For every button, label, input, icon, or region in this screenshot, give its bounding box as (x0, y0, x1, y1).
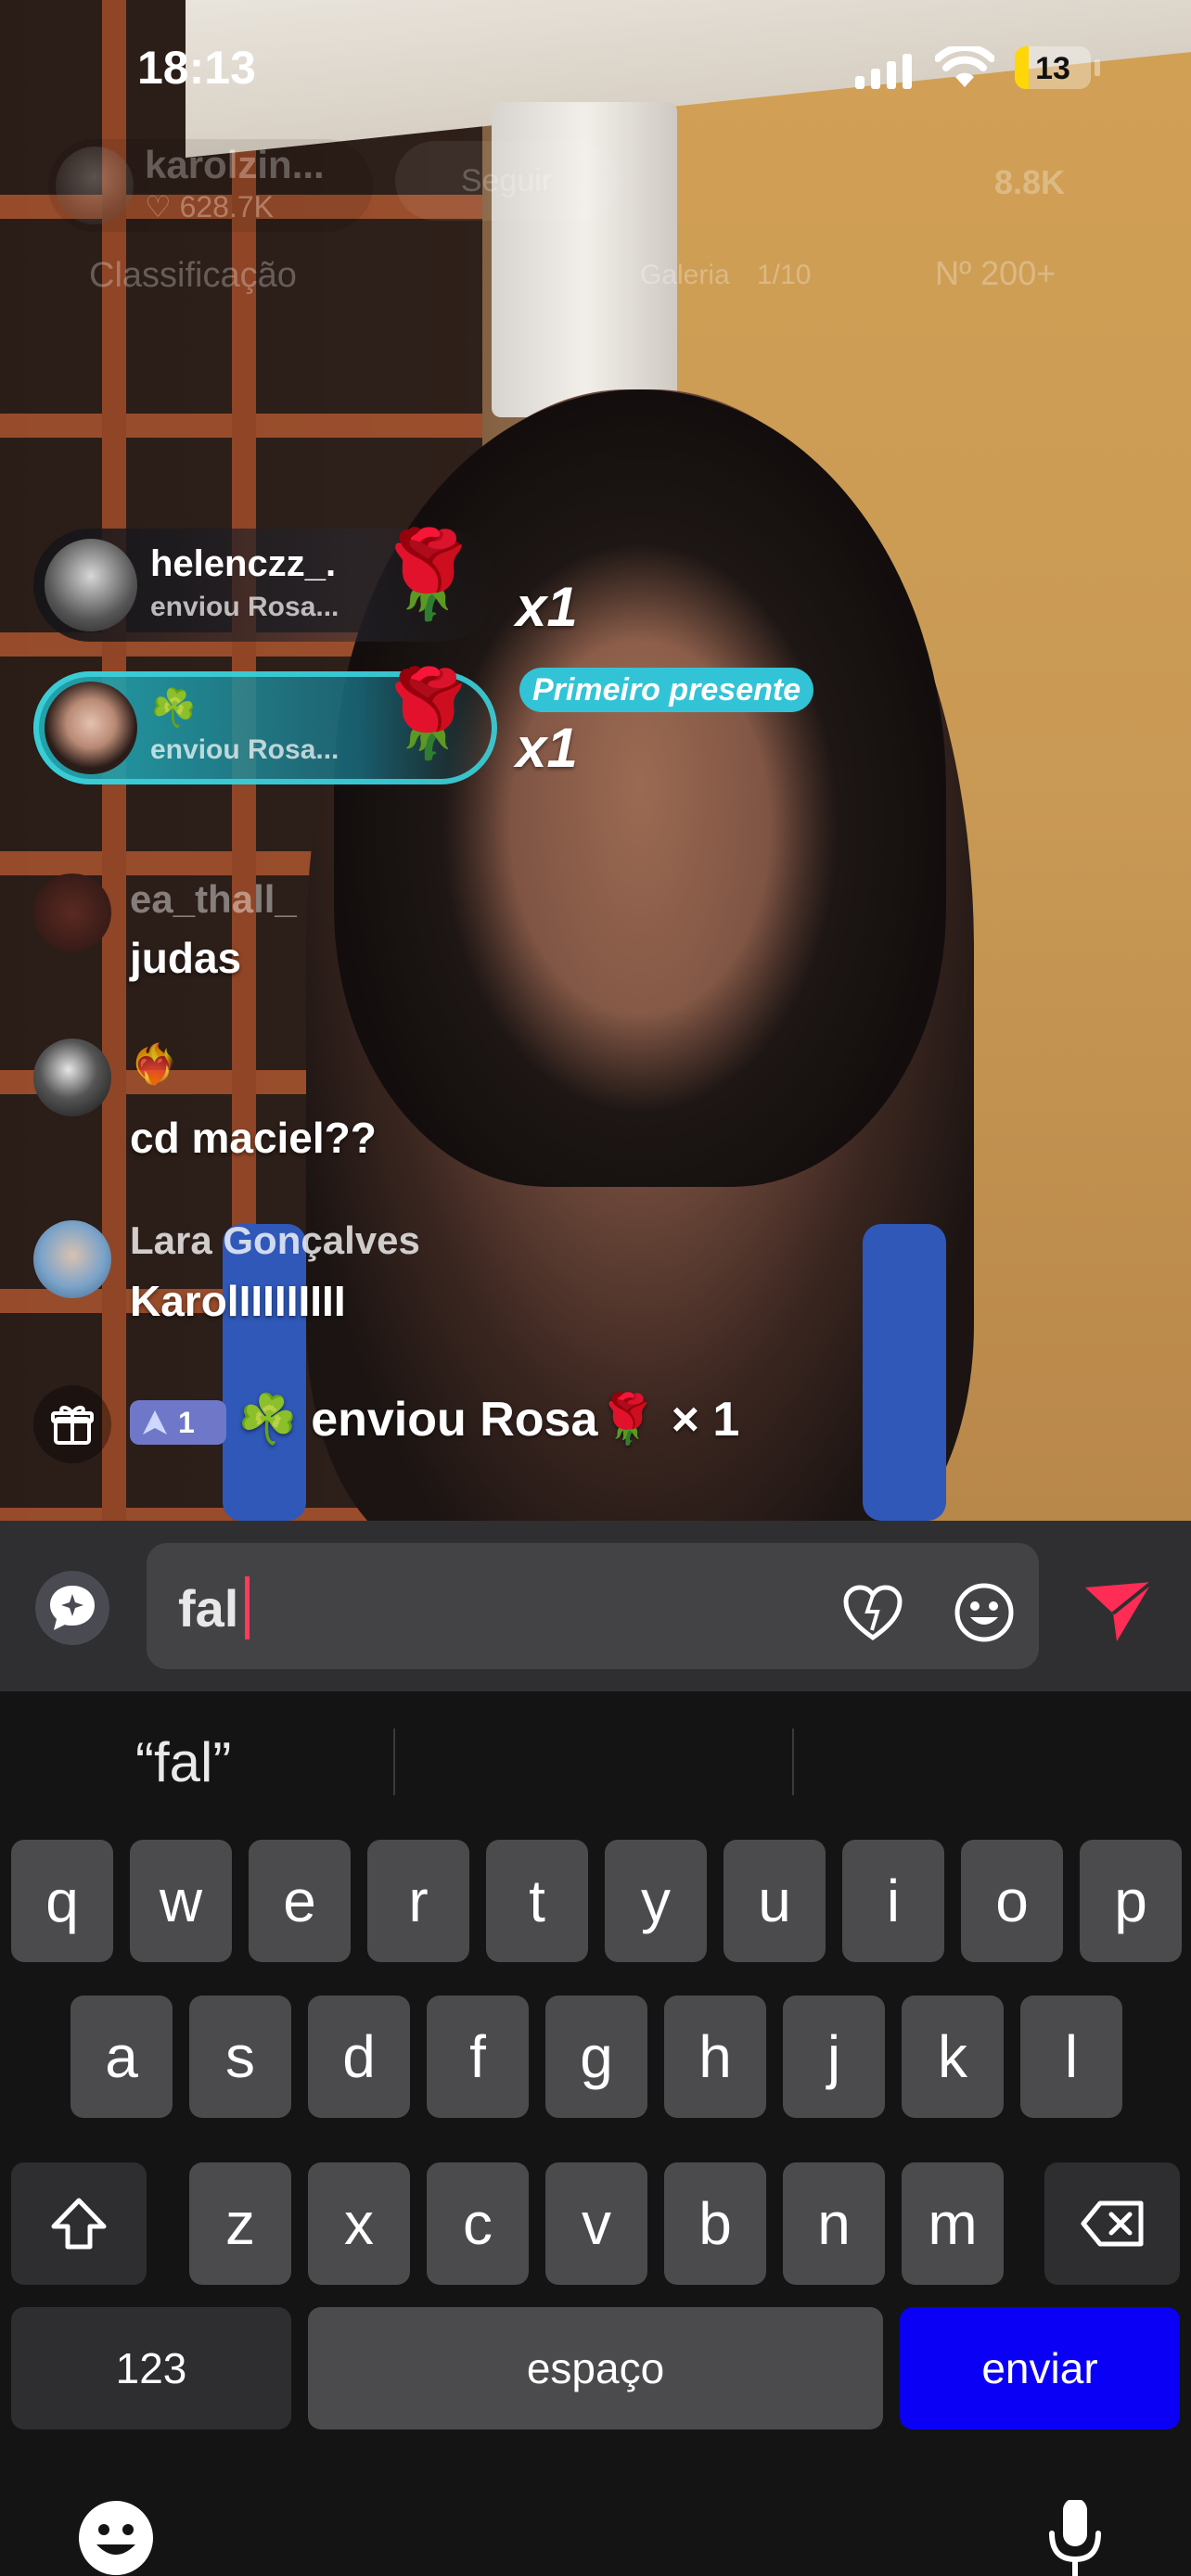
suggestion-divider (792, 1728, 794, 1795)
sparkle-chat-icon (50, 1586, 95, 1630)
keyboard: “fal” qwertyuiop asdfghjkl zxcvbnm 123 e… (0, 1691, 1191, 2576)
key-s[interactable]: s (189, 1996, 291, 2118)
battery-tip (1095, 59, 1100, 76)
gallery-link[interactable]: Galeria (640, 260, 730, 291)
shift-key[interactable] (11, 2162, 147, 2285)
send-button[interactable] (1080, 1573, 1158, 1651)
gift-sender-name[interactable]: helenczz_. (150, 543, 336, 585)
numbers-key[interactable]: 123 (11, 2307, 291, 2429)
key-y[interactable]: y (605, 1840, 707, 1962)
avatar[interactable] (33, 874, 111, 951)
comment-input-text[interactable]: fal (178, 1578, 238, 1639)
dictation-button[interactable] (1043, 2500, 1108, 2576)
suggestion-divider (393, 1728, 395, 1795)
emoji-button[interactable] (952, 1580, 1017, 1645)
text-caret (245, 1576, 250, 1639)
host-avatar[interactable] (56, 147, 134, 224)
host-name[interactable]: karolzin... (145, 143, 325, 187)
rose-icon: 🌹 (375, 528, 481, 622)
key-k[interactable]: k (902, 1996, 1004, 2118)
compose-bar: fal (0, 1521, 1191, 1691)
key-c[interactable]: c (427, 2162, 529, 2285)
key-w[interactable]: w (130, 1840, 232, 1962)
key-o[interactable]: o (961, 1840, 1063, 1962)
key-j[interactable]: j (783, 1996, 885, 2118)
key-z[interactable]: z (189, 2162, 291, 2285)
first-gift-badge: Primeiro presente (519, 668, 814, 712)
status-bar: 18:13 13 (0, 0, 1191, 139)
key-r[interactable]: r (367, 1840, 469, 1962)
space-key[interactable]: espaço (308, 2307, 883, 2429)
gift-feed-text: ☘️ enviou Rosa🌹 × 1 (237, 1393, 740, 1447)
chat-message: KarolIIIIIIIII (130, 1277, 346, 1325)
avatar[interactable] (45, 539, 137, 631)
suggestion-item[interactable]: “fal” (135, 1730, 231, 1794)
key-f[interactable]: f (427, 1996, 529, 2118)
key-u[interactable]: u (724, 1840, 826, 1962)
clothing-strap (863, 1224, 946, 1521)
microphone-icon (1049, 2500, 1101, 2576)
key-b[interactable]: b (664, 2162, 766, 2285)
wifi-icon (935, 46, 994, 87)
gift-combo-count: x1 (516, 576, 578, 638)
rose-icon: 🌹 (375, 667, 481, 761)
streamer-hair (334, 389, 946, 1187)
rank-number[interactable]: Nº 200+ (935, 254, 1056, 293)
key-l[interactable]: l (1020, 1996, 1122, 2118)
emoji-keyboard-icon (79, 2501, 153, 2575)
battery-icon: 13 (1015, 46, 1091, 89)
key-h[interactable]: h (664, 1996, 766, 2118)
level-triangle-icon (143, 1410, 167, 1435)
host-likes: ♡ 628.7K (145, 190, 274, 223)
sparkle-button[interactable] (35, 1571, 109, 1645)
gift-sender-name[interactable]: ☘️ (150, 686, 197, 730)
emoji-keyboard-button[interactable] (74, 2500, 158, 2576)
avatar[interactable] (33, 1220, 111, 1298)
gift-description: enviou Rosa... (150, 734, 339, 765)
chat-message: judas (130, 934, 242, 982)
gift-combo-count: x1 (516, 717, 578, 779)
gallery-count: 1/10 (757, 260, 812, 290)
gift-icon[interactable] (33, 1385, 111, 1463)
send-arrow-icon (1085, 1580, 1154, 1641)
avatar[interactable] (45, 682, 137, 774)
key-m[interactable]: m (902, 2162, 1004, 2285)
battery-level: 13 (1035, 51, 1070, 86)
return-key[interactable]: enviar (900, 2307, 1180, 2429)
level-badge: 1 (130, 1400, 226, 1445)
gift-description: enviou Rosa... (150, 592, 339, 622)
backspace-icon (1081, 2200, 1144, 2247)
chat-username[interactable]: Lara Gonçalves (130, 1218, 420, 1263)
key-i[interactable]: i (842, 1840, 944, 1962)
key-v[interactable]: v (545, 2162, 647, 2285)
key-g[interactable]: g (545, 1996, 647, 2118)
avatar[interactable] (33, 1039, 111, 1116)
key-q[interactable]: q (11, 1840, 113, 1962)
smiley-icon (954, 1583, 1014, 1642)
delete-key[interactable] (1044, 2162, 1180, 2285)
chat-username[interactable]: ❤️‍🔥 (130, 1042, 178, 1088)
viewer-count[interactable]: 8.8K (994, 163, 1065, 202)
ranking-link[interactable]: Classificação (89, 256, 297, 296)
heart-button[interactable] (840, 1580, 905, 1645)
key-t[interactable]: t (486, 1840, 588, 1962)
key-p[interactable]: p (1080, 1840, 1182, 1962)
shift-icon (51, 2198, 107, 2250)
key-a[interactable]: a (70, 1996, 173, 2118)
key-e[interactable]: e (249, 1840, 351, 1962)
status-time: 18:13 (137, 42, 256, 94)
level-number: 1 (178, 1405, 195, 1439)
key-n[interactable]: n (783, 2162, 885, 2285)
key-x[interactable]: x (308, 2162, 410, 2285)
clothing-strap (223, 1224, 306, 1521)
follow-button[interactable]: Seguir (395, 141, 618, 221)
key-d[interactable]: d (308, 1996, 410, 2118)
chat-username[interactable]: ea_thall_ (130, 877, 297, 922)
heart-icon (843, 1585, 903, 1641)
chat-message: cd maciel?? (130, 1114, 377, 1162)
live-header: karolzin... ♡ 628.7K Seguir 8.8K Classif… (0, 130, 1191, 315)
cellular-signal-icon (855, 54, 912, 89)
